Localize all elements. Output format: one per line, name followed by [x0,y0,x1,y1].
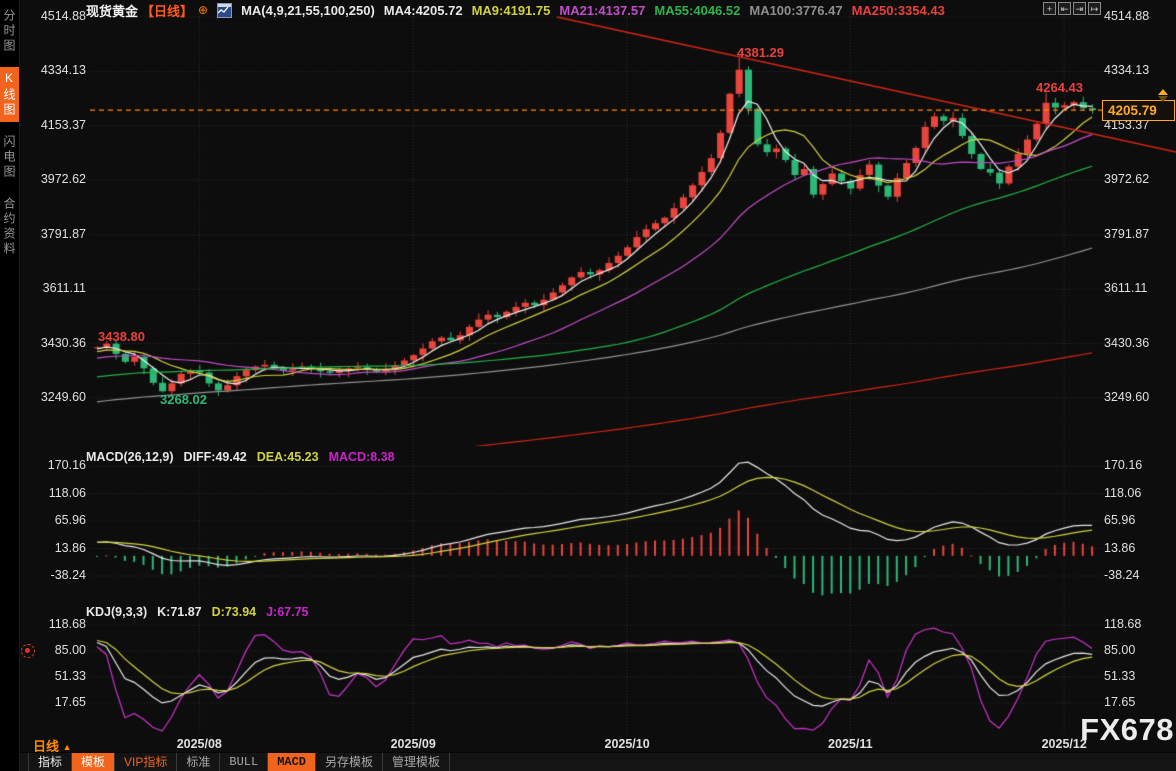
macd-indicator-name: MACD(26,12,9) [86,450,174,464]
bottom-toolbar: 指标 模板 VIP指标 标准 BULL MACD 另存模板 管理模板 [20,752,1176,771]
instrument-title: 现货黄金 [86,1,138,20]
price-nav-arrows-icon[interactable] [1158,89,1168,102]
toolbar-tab-bull[interactable]: BULL [220,753,268,771]
month-label: 2025/10 [597,737,657,751]
chart-window-controls: + ⇤ ⇥ ↦ [1043,2,1101,15]
alert-plus-icon[interactable]: ⊕ [198,3,208,17]
kdj-indicator-name: KDJ(9,3,3) [86,605,147,619]
candlestick-mini-icon[interactable] [217,3,232,18]
current-price-tag: 4205.79 [1102,100,1175,121]
ma100-value: MA100:3776.47 [749,3,842,18]
kdj-j-value: J:67.75 [266,605,308,619]
macd-panel-header: MACD(26,12,9) DIFF:49.42 DEA:45.23 MACD:… [86,450,395,464]
sidebar-tab-contract-info[interactable]: 合约资料 [0,193,19,261]
pan-mode-button[interactable]: + [1043,2,1056,15]
macd-diff-value: DIFF:49.42 [184,450,247,464]
macd-macd-value: MACD:8.38 [329,450,395,464]
toolbar-tab-indicators[interactable]: 指标 [28,753,72,771]
ma9-value: MA9:4191.75 [472,3,551,18]
toolbar-tab-vip-indicators[interactable]: VIP指标 [115,753,177,771]
kdj-panel-header: KDJ(9,3,3) K:71.87 D:73.94 J:67.75 [86,605,309,619]
trading-app-window: 4514.884514.884334.134334.134153.374153.… [0,0,1176,771]
jump-latest-button[interactable]: ↦ [1088,2,1101,15]
toolbar-tab-manage-template[interactable]: 管理模板 [383,753,450,771]
ma55-value: MA55:4046.52 [654,3,740,18]
fx678-watermark: FX678 [1080,712,1174,748]
kdj-d-value: D:73.94 [212,605,256,619]
macd-dea-value: DEA:45.23 [257,450,319,464]
ma250-value: MA250:3354.43 [852,3,945,18]
toolbar-tab-save-template[interactable]: 另存模板 [316,753,383,771]
month-label: 2025/11 [820,737,880,751]
toolbar-tab-macd[interactable]: MACD [268,753,316,771]
toolbar-tab-templates[interactable]: 模板 [72,753,115,771]
alert-dot-icon[interactable] [21,644,35,658]
period-selector-arrow-icon: ▲ [63,742,72,752]
chart-header: 现货黄金【日线】 ⊕ MA(4,9,21,55,100,250) MA4:4205… [86,1,945,19]
price-chart-canvas[interactable] [20,0,1176,737]
ma21-value: MA21:4137.57 [559,3,645,18]
scroll-left-button[interactable]: ⇤ [1058,2,1071,15]
month-label: 2025/09 [383,737,443,751]
left-sidebar: 分时图 K线图 闪电图 合约资料 [0,0,20,771]
sidebar-tab-timeline[interactable]: 分时图 [0,5,19,58]
sidebar-tab-flash[interactable]: 闪电图 [0,131,19,184]
period-tag: 【日线】 [141,1,193,20]
sidebar-tab-kline[interactable]: K线图 [0,67,19,122]
kdj-k-value: K:71.87 [157,605,201,619]
ma4-value: MA4:4205.72 [384,3,463,18]
toolbar-tab-standard[interactable]: 标准 [177,753,220,771]
month-label: 2025/08 [169,737,229,751]
scroll-right-button[interactable]: ⇥ [1073,2,1086,15]
ma-group-label: MA(4,9,21,55,100,250) [241,3,375,18]
